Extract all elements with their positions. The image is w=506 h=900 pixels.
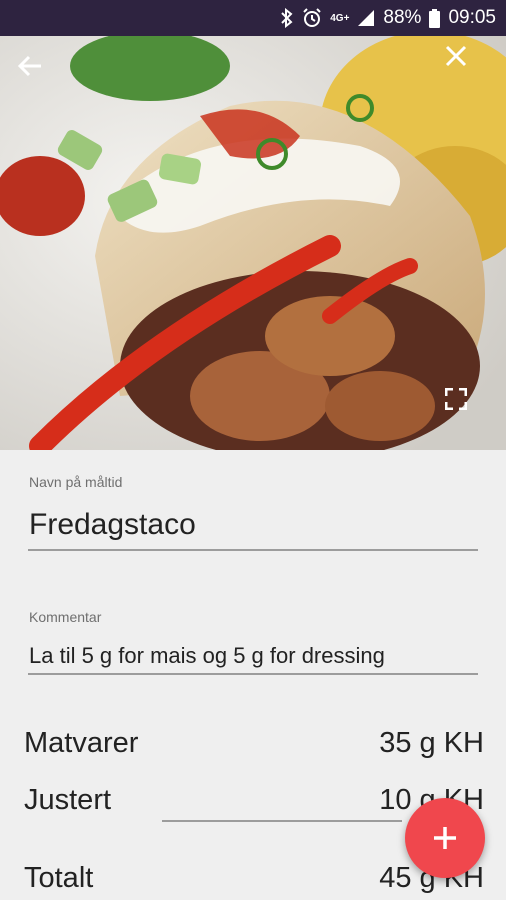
matvarer-label: Matvarer bbox=[24, 727, 139, 759]
justert-underline bbox=[162, 820, 402, 822]
matvarer-value: 35 g KH bbox=[379, 727, 484, 759]
justert-label: Justert bbox=[24, 784, 112, 816]
alarm-icon bbox=[302, 8, 322, 28]
plus-icon bbox=[434, 827, 456, 849]
comment-label: Kommentar bbox=[29, 609, 102, 625]
totalt-label: Totalt bbox=[24, 862, 94, 894]
battery-icon bbox=[429, 8, 441, 28]
meal-photo bbox=[0, 36, 506, 450]
bluetooth-icon bbox=[280, 8, 294, 28]
clock: 09:05 bbox=[448, 7, 496, 28]
comment-input[interactable]: La til 5 g for mais og 5 g for dressing bbox=[29, 643, 385, 669]
meal-name-underline bbox=[28, 549, 478, 551]
fullscreen-icon bbox=[445, 388, 467, 410]
fullscreen-button[interactable] bbox=[445, 388, 489, 432]
meal-name-label: Navn på måltid bbox=[29, 474, 123, 490]
status-bar: 4G+ 88% 09:05 bbox=[0, 0, 506, 36]
add-button[interactable] bbox=[405, 798, 485, 878]
meal-name-input[interactable]: Fredagstaco bbox=[29, 508, 196, 542]
arrow-back-icon bbox=[17, 55, 41, 77]
close-button[interactable] bbox=[445, 45, 489, 89]
signal-icon bbox=[357, 9, 375, 27]
comment-underline bbox=[28, 673, 478, 675]
battery-percent: 88% bbox=[383, 7, 422, 28]
network-type: 4G+ bbox=[330, 12, 350, 24]
back-button[interactable] bbox=[17, 53, 61, 97]
close-icon bbox=[445, 45, 467, 67]
